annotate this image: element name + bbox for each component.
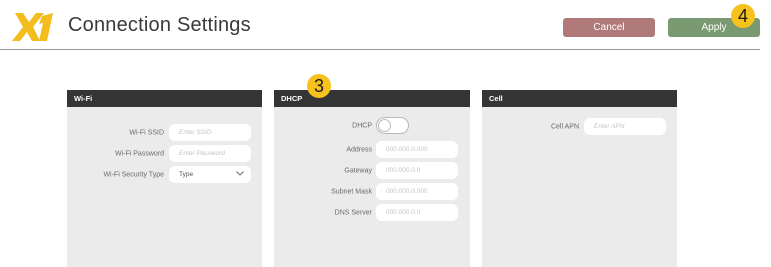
wifi-ssid-label: Wi-Fi SSID (129, 129, 164, 136)
dhcp-gateway-input[interactable]: 000.000.0.0 (376, 162, 458, 179)
page-title: Connection Settings (68, 14, 251, 36)
header-divider (0, 49, 760, 50)
wifi-security-label: Wi-Fi Security Type (103, 171, 164, 178)
dhcp-gateway-label: Gateway (344, 167, 372, 174)
dhcp-address-label: Address (346, 146, 372, 153)
dhcp-toggle[interactable] (376, 117, 409, 134)
dhcp-dns-row: DNS Server 000.000.0.0 (274, 204, 470, 221)
wifi-password-label: Wi-Fi Password (114, 150, 164, 157)
dhcp-gateway-row: Gateway 000.000.0.0 (274, 162, 470, 179)
dhcp-dns-label: DNS Server (334, 209, 372, 216)
step-marker-3: 3 (307, 74, 331, 98)
dhcp-toggle-row: DHCP (274, 117, 470, 134)
cell-panel: Cell Cell APN Enter APN (482, 90, 677, 267)
step-marker-4: 4 (731, 4, 755, 28)
x1-logo-icon (12, 13, 53, 41)
dhcp-address-input[interactable]: 000.000.0.000 (376, 141, 458, 158)
wifi-security-value: Type (179, 171, 194, 178)
dhcp-panel: DHCP DHCP Address 000.000.0.000 Gateway … (274, 90, 470, 267)
wifi-security-select[interactable]: Type (169, 166, 251, 183)
wifi-ssid-input[interactable]: Enter SSID (169, 124, 251, 141)
wifi-ssid-row: Wi-Fi SSID Enter SSID (67, 124, 262, 141)
cell-apn-input[interactable]: Enter APN (584, 118, 666, 135)
dhcp-subnet-input[interactable]: 000.000.0.000 (376, 183, 458, 200)
cell-apn-label: Cell APN (550, 123, 579, 130)
cancel-button[interactable]: Cancel (563, 18, 655, 37)
dhcp-dns-input[interactable]: 000.000.0.0 (376, 204, 458, 221)
cell-apn-row: Cell APN Enter APN (482, 118, 677, 135)
wifi-password-row: Wi-Fi Password Enter Password (67, 145, 262, 162)
dhcp-subnet-row: Subnet Mask 000.000.0.000 (274, 183, 470, 200)
dhcp-toggle-knob (378, 119, 391, 132)
dhcp-address-row: Address 000.000.0.000 (274, 141, 470, 158)
wifi-password-input[interactable]: Enter Password (169, 145, 251, 162)
dhcp-label: DHCP (352, 122, 372, 129)
cell-panel-title: Cell (482, 90, 677, 107)
chevron-down-icon (236, 171, 244, 176)
dhcp-panel-title: DHCP (274, 90, 470, 107)
wifi-panel: Wi-Fi Wi-Fi SSID Enter SSID Wi-Fi Passwo… (67, 90, 262, 267)
dhcp-subnet-label: Subnet Mask (331, 188, 372, 195)
wifi-security-row: Wi-Fi Security Type Type (67, 166, 262, 183)
wifi-panel-title: Wi-Fi (67, 90, 262, 107)
